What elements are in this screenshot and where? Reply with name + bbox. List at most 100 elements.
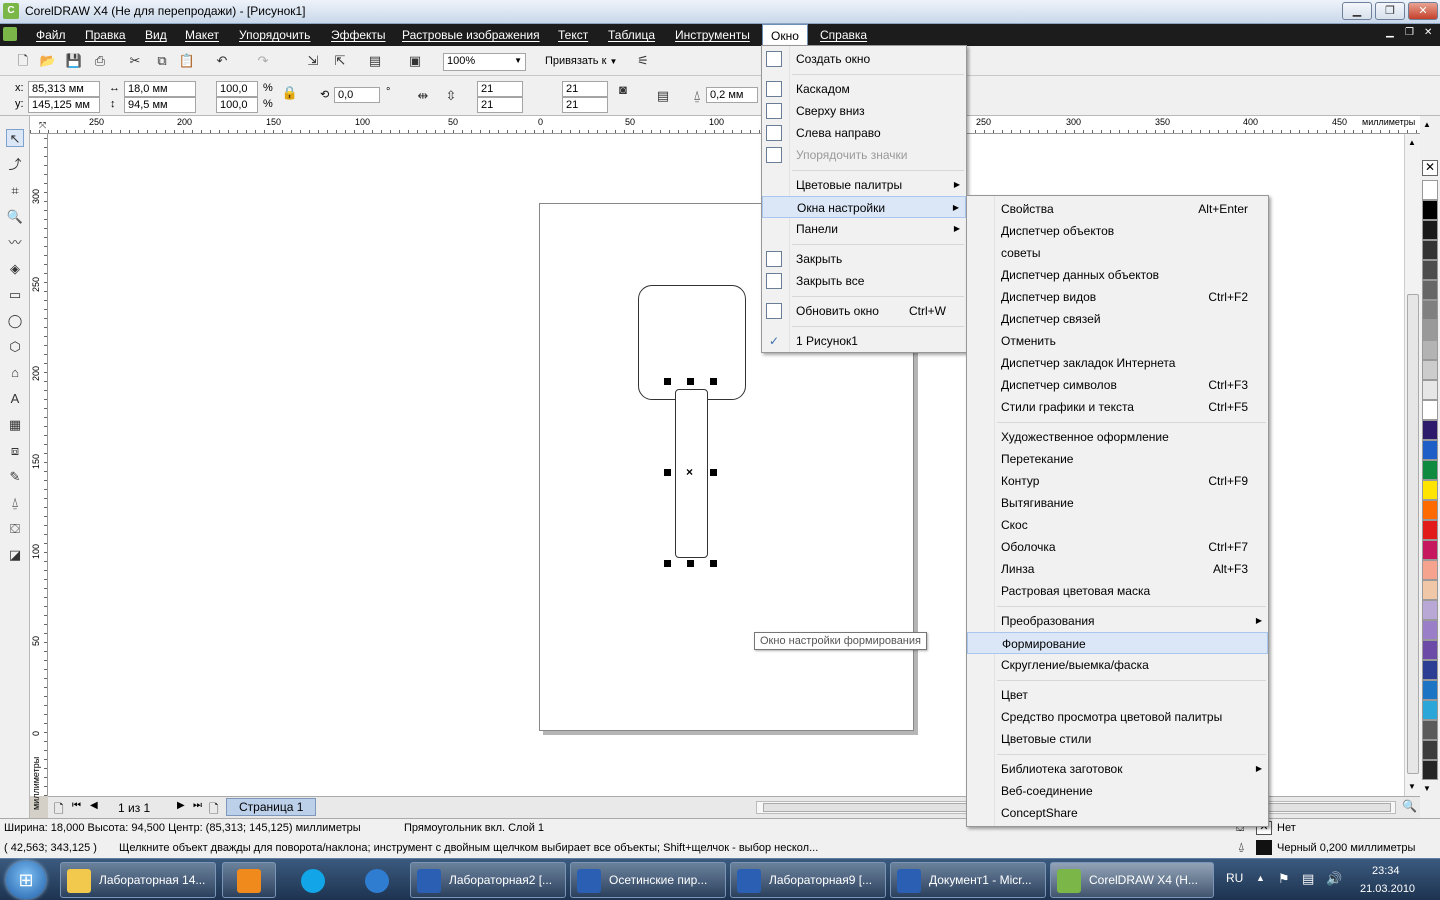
new-file-icon[interactable]: 🗋 — [14, 52, 32, 70]
window-menu-item[interactable]: Цветовые палитры ▶ — [762, 174, 966, 196]
outline-width-field[interactable]: 0,2 мм — [706, 87, 758, 103]
docker-item[interactable]: Растровая цветовая маска — [967, 580, 1268, 602]
prev-page-icon[interactable]: ◀ — [90, 800, 98, 811]
selection-handle[interactable] — [687, 560, 694, 567]
color-swatch[interactable] — [1422, 700, 1438, 720]
volume-icon[interactable]: 🔊 — [1326, 871, 1342, 887]
selection-handle[interactable] — [664, 378, 671, 385]
paste-icon[interactable]: 📋 — [178, 52, 196, 70]
last-page-icon[interactable]: ⏭ — [193, 800, 202, 811]
window-menu-item[interactable]: Обновить окно Ctrl+W — [762, 300, 966, 322]
color-swatch[interactable] — [1422, 280, 1438, 300]
mirror-horizontal-icon[interactable]: ⇹ — [414, 87, 432, 105]
corner-radius-4-field[interactable]: 21 — [562, 97, 608, 113]
taskbar-item-word-2[interactable]: Осетинские пир... — [570, 862, 726, 898]
window-menu-item[interactable]: ✓ 1 Рисунок1 — [762, 330, 966, 352]
docker-item[interactable]: Диспетчер объектов — [967, 220, 1268, 242]
options-icon[interactable]: ⚟ — [634, 52, 652, 70]
ellipse-tool-icon[interactable]: ◯ — [6, 312, 24, 330]
taskbar-item-word-3[interactable]: Лабораторная9 [... — [730, 862, 886, 898]
docker-item[interactable]: Скос — [967, 514, 1268, 536]
start-button[interactable]: ⊞ — [6, 861, 46, 899]
color-swatch[interactable] — [1422, 400, 1438, 420]
color-swatch[interactable] — [1422, 460, 1438, 480]
color-swatch[interactable] — [1422, 320, 1438, 340]
color-swatch[interactable] — [1422, 340, 1438, 360]
mdi-close-icon[interactable]: ✕ — [1424, 27, 1432, 38]
center-marker-icon[interactable]: × — [686, 465, 693, 479]
color-swatch[interactable] — [1422, 500, 1438, 520]
fill-tool-icon[interactable]: ⛋ — [6, 520, 24, 538]
height-field[interactable]: 94,5 мм — [124, 97, 196, 113]
color-swatch[interactable] — [1422, 620, 1438, 640]
wrap-text-icon[interactable]: ▤ — [654, 87, 672, 105]
selection-handle[interactable] — [664, 469, 671, 476]
color-swatch[interactable] — [1422, 580, 1438, 600]
navigator-icon[interactable]: 🔍 — [1402, 799, 1417, 813]
taskbar-item-ie[interactable] — [348, 862, 404, 898]
menu-view[interactable]: Вид — [145, 24, 167, 46]
width-field[interactable]: 18,0 мм — [124, 81, 196, 97]
docker-item[interactable]: Диспетчер видов Ctrl+F2 — [967, 286, 1268, 308]
open-folder-icon[interactable]: 📂 — [39, 52, 57, 70]
docker-item[interactable]: Диспетчер связей — [967, 308, 1268, 330]
welcome-screen-icon[interactable]: ▣ — [406, 52, 424, 70]
color-swatch[interactable] — [1422, 200, 1438, 220]
docker-item[interactable]: Цвет — [967, 684, 1268, 706]
color-swatch[interactable] — [1422, 640, 1438, 660]
corner-radius-3-field[interactable]: 21 — [477, 97, 523, 113]
docker-item[interactable]: Стили графики и текста Ctrl+F5 — [967, 396, 1268, 418]
interactive-fill-tool-icon[interactable]: ◪ — [6, 546, 24, 564]
menu-layout[interactable]: Макет — [185, 24, 219, 46]
color-swatch[interactable] — [1422, 540, 1438, 560]
docker-item[interactable]: Средство просмотра цветовой палитры — [967, 706, 1268, 728]
palette-scroll-up-icon[interactable]: ▲ — [1423, 120, 1431, 129]
cut-icon[interactable]: ✂ — [126, 52, 144, 70]
menu-text[interactable]: Текст — [558, 24, 588, 46]
zoom-level-select[interactable]: 100% ▼ — [443, 53, 526, 71]
smart-fill-tool-icon[interactable]: ◈ — [6, 260, 24, 278]
docker-item[interactable]: советы — [967, 242, 1268, 264]
document-icon[interactable] — [3, 27, 17, 41]
x-position-field[interactable]: 85,313 мм — [28, 81, 100, 97]
mirror-vertical-icon[interactable]: ⇳ — [442, 87, 460, 105]
zoom-tool-icon[interactable]: 🔍 — [6, 208, 24, 226]
color-swatch[interactable] — [1422, 660, 1438, 680]
snap-to-dropdown[interactable]: Привязать к ▼ — [545, 55, 617, 67]
docker-item[interactable]: Перетекание — [967, 448, 1268, 470]
docker-item[interactable]: Скругление/выемка/фаска — [967, 654, 1268, 676]
window-menu-item[interactable]: Каскадом — [762, 78, 966, 100]
menu-tools[interactable]: Инструменты — [675, 24, 750, 46]
vertical-ruler[interactable]: 300 250 200 150 100 50 0 миллиметры — [30, 134, 48, 810]
color-swatch[interactable] — [1422, 180, 1438, 200]
menu-arrange[interactable]: Упорядочить — [239, 24, 310, 46]
docker-item[interactable]: Формирование — [967, 632, 1268, 654]
first-page-icon[interactable]: ⏮ — [72, 800, 81, 811]
clock-time[interactable]: 23:34 — [1372, 865, 1400, 877]
network-icon[interactable]: ▤ — [1302, 871, 1314, 887]
scroll-thumb[interactable] — [1407, 294, 1419, 774]
action-center-icon[interactable]: ⚑ — [1278, 871, 1290, 887]
docker-item[interactable]: Свойства Alt+Enter — [967, 198, 1268, 220]
menu-help[interactable]: Справка — [820, 24, 867, 46]
scale-x-field[interactable]: 100,0 — [216, 81, 258, 97]
horizontal-ruler[interactable]: ⤧ 250 200 150 100 50 0 50 100 250 300 35… — [30, 116, 1420, 134]
color-swatch[interactable] — [1422, 720, 1438, 740]
application-launcher-icon[interactable]: ▤ — [366, 52, 384, 70]
color-swatch[interactable] — [1422, 300, 1438, 320]
taskbar-item-skype[interactable] — [284, 862, 342, 898]
color-swatch[interactable] — [1422, 380, 1438, 400]
tab-page-1[interactable]: Страница 1 — [226, 798, 317, 816]
window-menu-item[interactable]: Создать окно — [762, 48, 966, 70]
clock-date[interactable]: 21.03.2010 — [1360, 883, 1415, 895]
menu-edit[interactable]: Правка — [85, 24, 126, 46]
palette-scroll-down-icon[interactable]: ▼ — [1423, 784, 1431, 793]
color-swatch[interactable] — [1422, 560, 1438, 580]
color-swatch[interactable] — [1422, 260, 1438, 280]
no-color-swatch[interactable]: ✕ — [1422, 160, 1438, 176]
language-indicator[interactable]: RU — [1226, 871, 1243, 885]
docker-item[interactable]: Художественное оформление — [967, 426, 1268, 448]
docker-item[interactable]: Диспетчер данных объектов — [967, 264, 1268, 286]
polygon-tool-icon[interactable]: ⬡ — [6, 338, 24, 356]
outline-swatch[interactable] — [1256, 840, 1272, 855]
